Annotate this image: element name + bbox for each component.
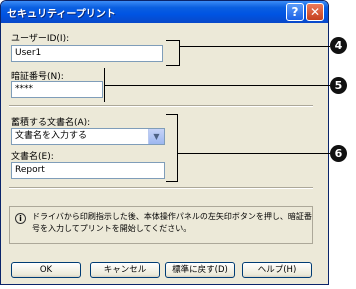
window-title: セキュリティープリント — [7, 9, 116, 20]
bracket-documents — [166, 114, 178, 182]
separator — [9, 105, 313, 107]
cancel-button[interactable]: キャンセル — [90, 262, 160, 278]
store-doc-select[interactable]: 文書名を入力する ▼ — [11, 128, 165, 145]
callout-line-4 — [180, 46, 330, 47]
doc-name-field[interactable]: Report — [11, 162, 165, 179]
help-button[interactable]: ヘルプ(H) — [242, 262, 312, 278]
security-print-dialog: セキュリティープリント ? ✕ ユーザーID(I): User1 暗証番号(N)… — [0, 0, 329, 285]
store-doc-value: 文書名を入力する — [15, 131, 88, 141]
help-icon[interactable]: ? — [286, 3, 304, 21]
separator — [9, 187, 313, 189]
user-id-field[interactable]: User1 — [11, 45, 163, 62]
reset-button[interactable]: 標準に戻す(D) — [165, 262, 235, 278]
user-id-label: ユーザーID(I): — [11, 34, 70, 44]
doc-name-label: 文書名(E): — [11, 152, 54, 162]
close-icon[interactable]: ✕ — [306, 3, 324, 21]
callout-5: 5 — [330, 77, 347, 94]
info-panel: i ドライバから印刷指示した後、本体操作パネルの左矢印ボタンを押し、暗証番号を入… — [9, 206, 313, 244]
info-icon: i — [15, 213, 26, 224]
chevron-down-icon[interactable]: ▼ — [148, 129, 164, 144]
callout-line-6 — [178, 153, 330, 154]
info-text: ドライバから印刷指示した後、本体操作パネルの左矢印ボタンを押し、暗証番号を入力し… — [32, 212, 312, 233]
callout-6: 6 — [330, 145, 347, 162]
pin-field[interactable]: **** — [11, 81, 103, 98]
store-doc-label: 蓄積する文書名(A): — [11, 118, 91, 128]
title-bar[interactable]: セキュリティープリント ? ✕ — [1, 1, 328, 23]
callout-line-5 — [104, 85, 330, 86]
ok-button[interactable]: OK — [11, 262, 81, 278]
bracket-user-id — [166, 40, 180, 66]
callout-4: 4 — [330, 37, 347, 54]
